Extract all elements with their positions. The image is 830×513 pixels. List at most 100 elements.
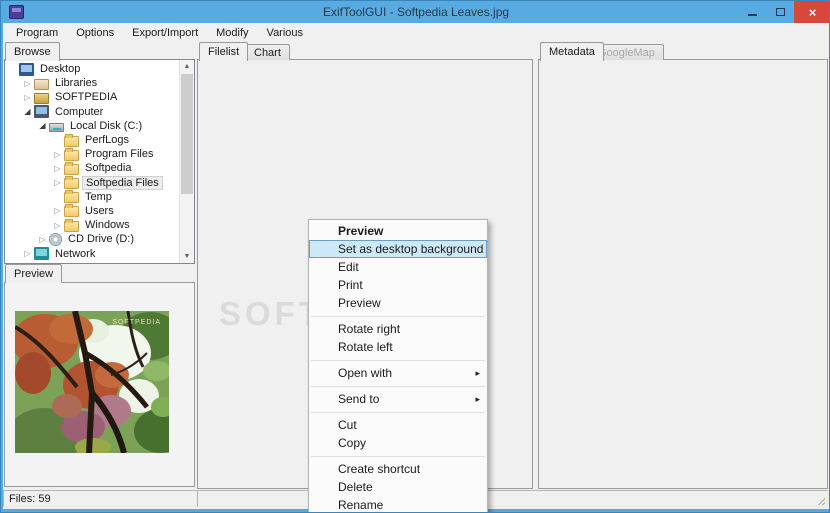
context-menu-item[interactable]: Create shortcut bbox=[309, 460, 487, 478]
close-button[interactable]: × bbox=[794, 1, 830, 23]
tree-item[interactable]: ▷ Network bbox=[6, 246, 178, 260]
minimize-icon bbox=[748, 14, 757, 16]
context-menu-item[interactable]: Open with▸ bbox=[309, 364, 487, 382]
network-icon bbox=[34, 247, 49, 260]
tree-item-label: SOFTPEDIA bbox=[52, 91, 120, 103]
tree-item-label: Softpedia Files bbox=[82, 176, 163, 190]
context-menu-item[interactable]: Set as desktop background bbox=[309, 240, 487, 258]
tree-scrollbar[interactable]: ▲ ▼ bbox=[179, 60, 194, 263]
tree-item-label: Computer bbox=[52, 106, 106, 118]
tree-item-label: Softpedia bbox=[82, 162, 134, 174]
collapsed-arrow-icon[interactable]: ▷ bbox=[21, 249, 34, 258]
menu-separator bbox=[311, 316, 485, 317]
folder-icon bbox=[64, 136, 79, 147]
collapsed-arrow-icon[interactable]: ▷ bbox=[51, 206, 64, 215]
folder-icon bbox=[64, 206, 79, 217]
tab-preview[interactable]: Preview bbox=[5, 264, 62, 283]
context-menu-item[interactable]: Rotate left bbox=[309, 338, 487, 356]
tree-item[interactable]: ◢ Local Disk (C:) bbox=[6, 119, 178, 133]
libraries-icon bbox=[34, 79, 49, 90]
menu-separator bbox=[311, 386, 485, 387]
tree-item-label: Users bbox=[82, 205, 117, 217]
status-files: Files: 59 bbox=[3, 490, 197, 507]
context-menu-item[interactable]: Preview bbox=[309, 294, 487, 312]
files-count-label: Files: 59 bbox=[9, 493, 51, 505]
computer-icon bbox=[34, 105, 49, 118]
tree-item[interactable]: ▷ Program Files bbox=[6, 147, 178, 161]
context-menu-items: PreviewSet as desktop backgroundEditPrin… bbox=[309, 222, 487, 513]
tree-item-label: Network bbox=[52, 248, 98, 260]
menu-bar: ProgramOptionsExport/ImportModifyVarious bbox=[3, 23, 829, 42]
minimize-button[interactable] bbox=[738, 1, 766, 22]
menu-separator bbox=[311, 360, 485, 361]
context-menu-item[interactable]: Edit bbox=[309, 258, 487, 276]
context-menu-item[interactable]: Preview bbox=[309, 222, 487, 240]
tab-filelist[interactable]: Filelist bbox=[199, 42, 248, 61]
exiftoolgui-window: ExifToolGUI - Softpedia Leaves.jpg × Pro… bbox=[0, 0, 830, 513]
context-menu: PreviewSet as desktop backgroundEditPrin… bbox=[308, 219, 488, 513]
expanded-arrow-icon[interactable]: ◢ bbox=[21, 107, 34, 116]
expanded-arrow-icon[interactable]: ◢ bbox=[36, 121, 49, 130]
tree-item[interactable]: ▷ Users bbox=[6, 204, 178, 218]
tree-item[interactable]: Temp bbox=[6, 190, 178, 204]
tree-item[interactable]: ◢ Computer bbox=[6, 105, 178, 119]
tree-item[interactable]: ▷ Softpedia bbox=[6, 161, 178, 175]
maximize-button[interactable] bbox=[766, 1, 794, 22]
context-menu-item[interactable]: Send to▸ bbox=[309, 390, 487, 408]
collapsed-arrow-icon[interactable]: ▷ bbox=[21, 79, 34, 88]
folder-icon bbox=[64, 221, 79, 232]
collapsed-arrow-icon[interactable]: ▷ bbox=[51, 221, 64, 230]
cd-icon bbox=[49, 233, 62, 246]
scrollbar-thumb[interactable] bbox=[181, 74, 193, 194]
collapsed-arrow-icon[interactable]: ▷ bbox=[21, 93, 34, 102]
menu-export-import[interactable]: Export/Import bbox=[123, 25, 207, 41]
preview-panel: SOFTPEDIA bbox=[4, 282, 195, 487]
folder-icon bbox=[64, 192, 79, 203]
collapsed-arrow-icon[interactable]: ▷ bbox=[36, 235, 49, 244]
context-menu-item[interactable]: Delete bbox=[309, 478, 487, 496]
maximize-icon bbox=[776, 8, 785, 16]
submenu-arrow-icon: ▸ bbox=[475, 390, 480, 408]
tree-item-label: Program Files bbox=[82, 148, 156, 160]
context-menu-item[interactable]: Cut bbox=[309, 416, 487, 434]
collapsed-arrow-icon[interactable]: ▷ bbox=[51, 164, 64, 173]
collapsed-arrow-icon[interactable]: ▷ bbox=[51, 150, 64, 159]
tree-item[interactable]: ▷ SOFTPEDIA bbox=[6, 90, 178, 104]
tree-item[interactable]: Desktop bbox=[6, 62, 178, 76]
folder-tree: Desktop▷Libraries▷SOFTPEDIA◢Computer◢Loc… bbox=[4, 59, 195, 264]
scroll-down-icon[interactable]: ▼ bbox=[180, 253, 194, 260]
menu-program[interactable]: Program bbox=[7, 25, 67, 41]
folder-icon bbox=[64, 150, 79, 161]
folder-icon bbox=[64, 164, 79, 175]
collapsed-arrow-icon[interactable]: ▷ bbox=[51, 178, 64, 187]
tree-item-label: CD Drive (D:) bbox=[65, 233, 137, 245]
metadata-panel bbox=[538, 59, 828, 489]
context-menu-item[interactable]: Copy bbox=[309, 434, 487, 452]
folder-tree-rows: Desktop▷Libraries▷SOFTPEDIA◢Computer◢Loc… bbox=[6, 62, 178, 262]
context-menu-item[interactable]: Rename bbox=[309, 496, 487, 513]
menu-options[interactable]: Options bbox=[67, 25, 123, 41]
tab-chart[interactable]: Chart bbox=[245, 44, 290, 60]
status-empty bbox=[197, 490, 828, 507]
scroll-up-icon[interactable]: ▲ bbox=[180, 63, 194, 70]
title-bar[interactable]: ExifToolGUI - Softpedia Leaves.jpg bbox=[1, 1, 830, 23]
desktop-icon bbox=[19, 63, 34, 76]
tab-browse[interactable]: Browse bbox=[5, 42, 60, 61]
menu-modify[interactable]: Modify bbox=[207, 25, 257, 41]
context-menu-item[interactable]: Print bbox=[309, 276, 487, 294]
tree-item[interactable]: ▷ Libraries bbox=[6, 76, 178, 90]
tab-metadata[interactable]: Metadata bbox=[540, 42, 604, 61]
tree-item[interactable]: ▷ CD Drive (D:) bbox=[6, 232, 178, 246]
submenu-arrow-icon: ▸ bbox=[475, 364, 480, 382]
preview-watermark: SOFTPEDIA bbox=[112, 319, 161, 326]
context-menu-item[interactable]: Rotate right bbox=[309, 320, 487, 338]
tree-item[interactable]: ▷ Softpedia Files bbox=[6, 176, 178, 190]
tree-item[interactable]: PerfLogs bbox=[6, 133, 178, 147]
menu-various[interactable]: Various bbox=[258, 25, 312, 41]
softpedia-icon bbox=[34, 93, 49, 104]
folder-icon bbox=[64, 178, 79, 189]
tree-item-label: Libraries bbox=[52, 77, 100, 89]
tree-item-label: Local Disk (C:) bbox=[67, 120, 145, 132]
tree-item[interactable]: ▷ Windows bbox=[6, 218, 178, 232]
tree-item-label: Windows bbox=[82, 219, 133, 231]
